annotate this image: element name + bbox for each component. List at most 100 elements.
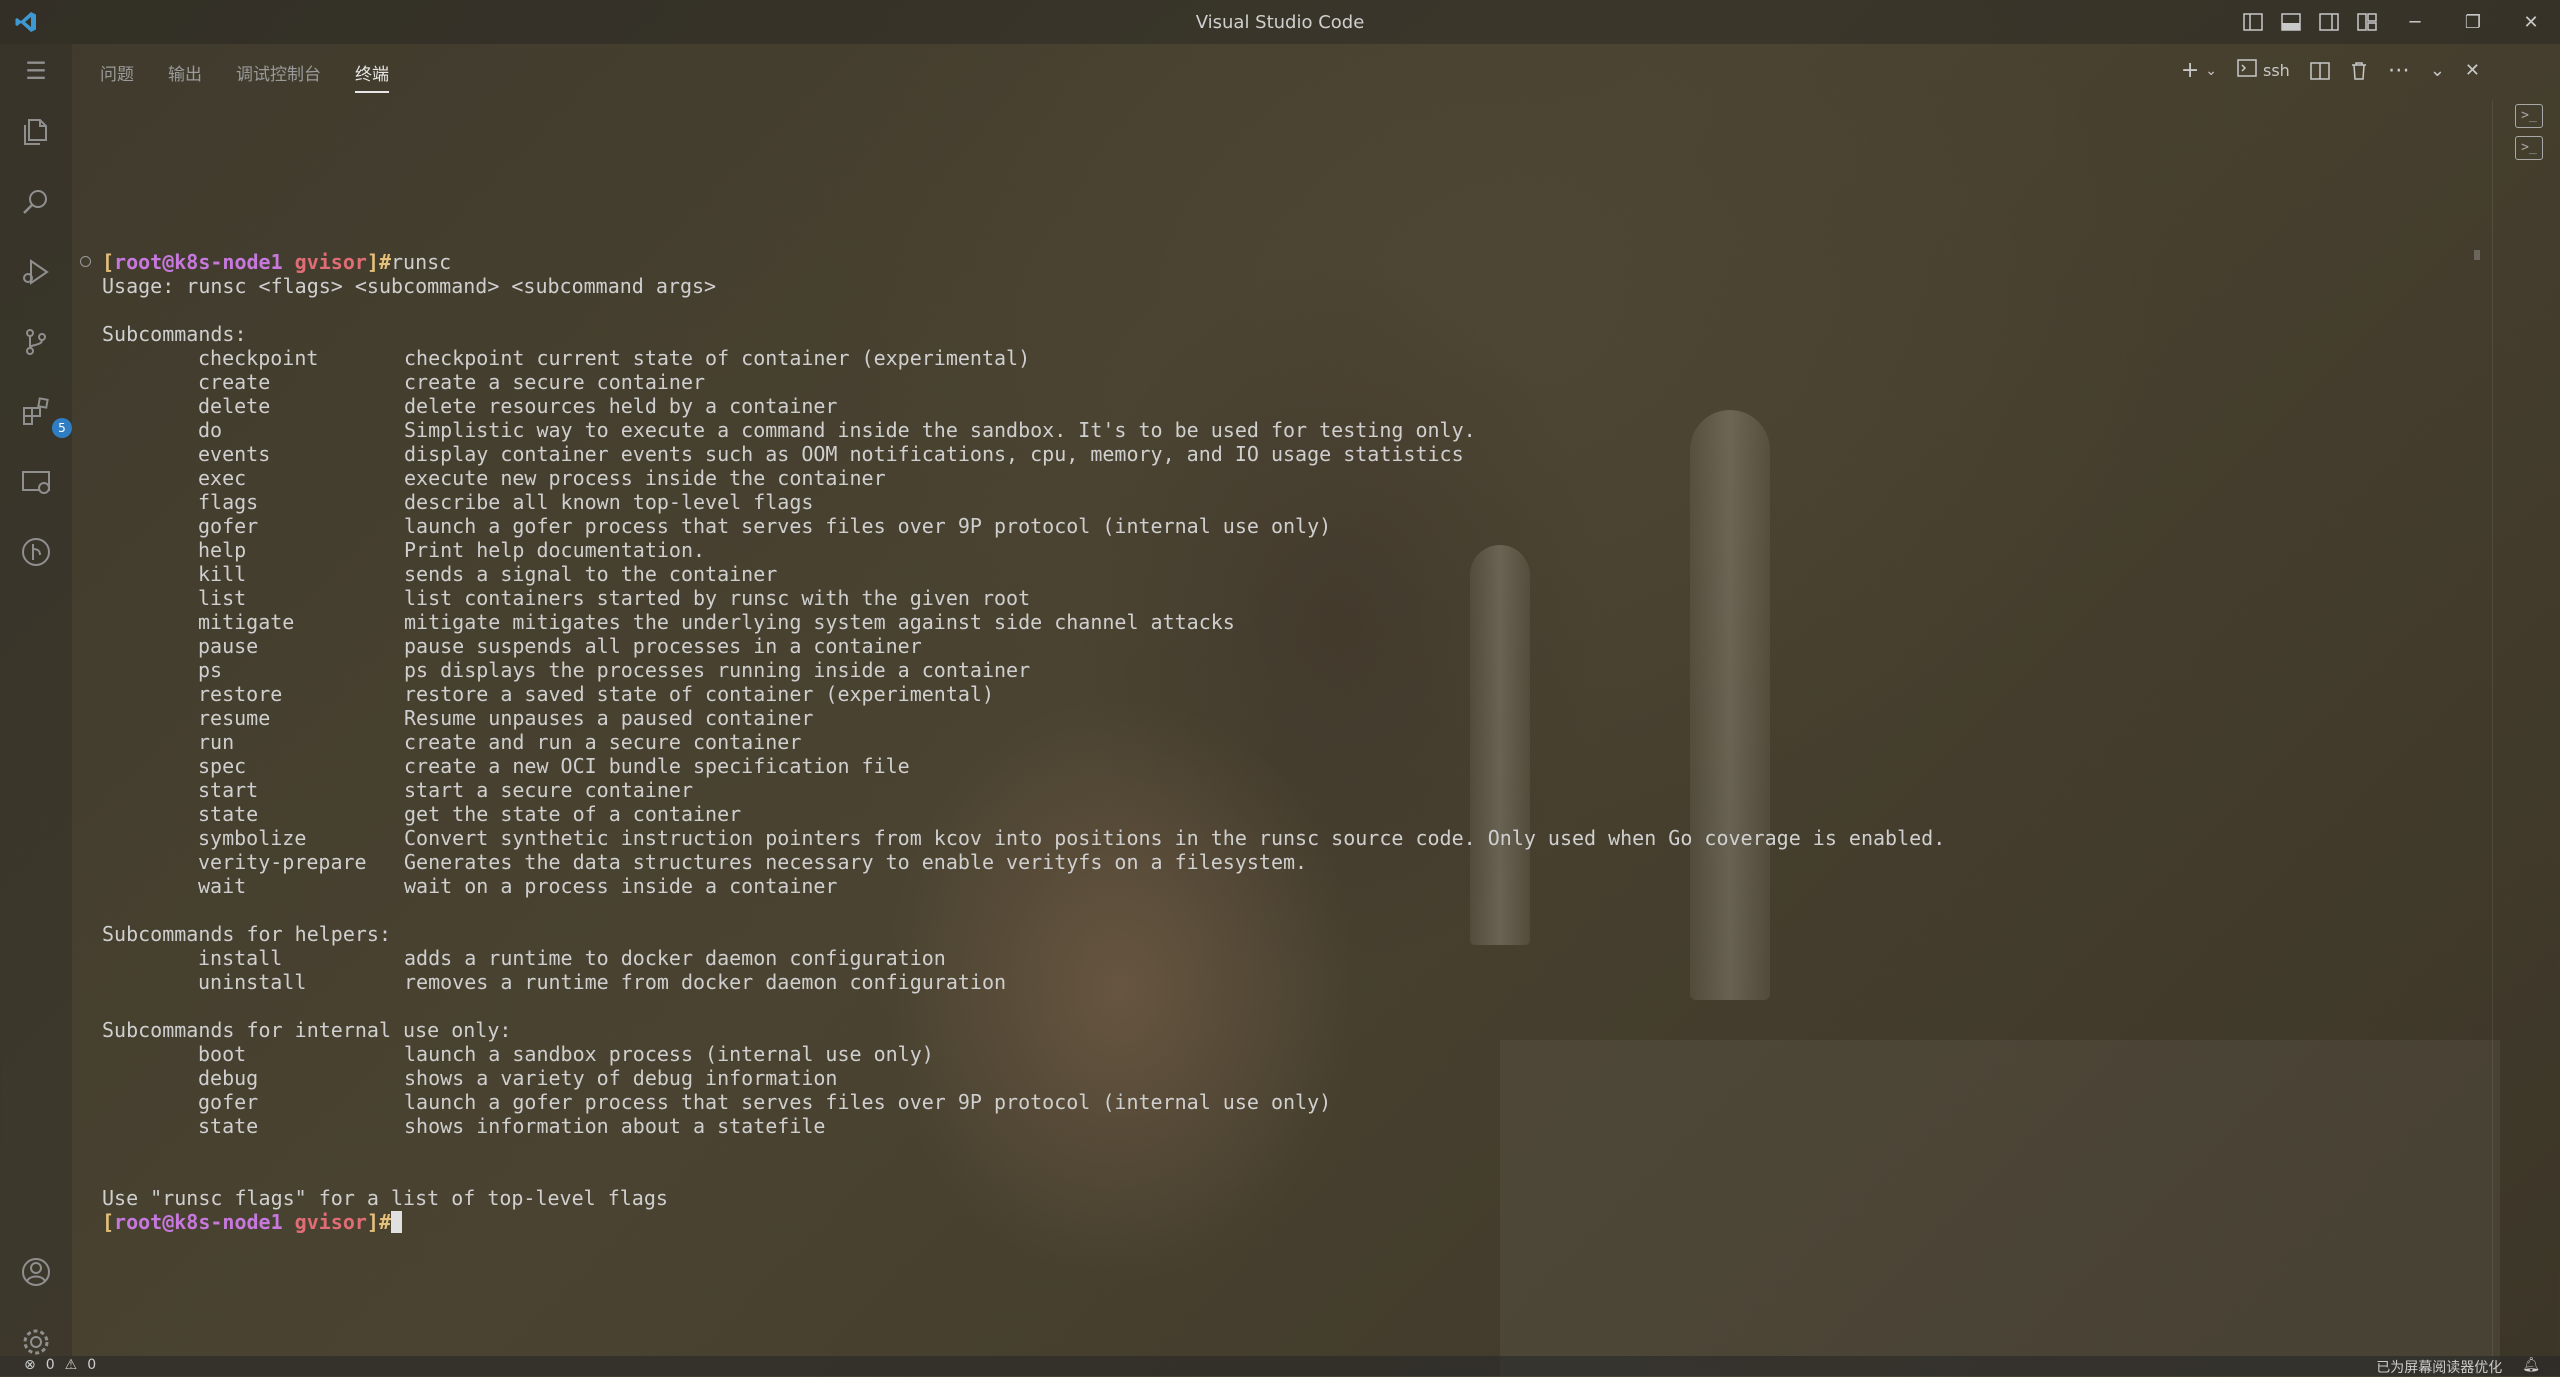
subcommand-name: mitigate <box>198 610 295 634</box>
extensions-icon[interactable]: 5 <box>14 390 72 438</box>
subcommand-group-header: Subcommands for internal use only: <box>102 1018 512 1042</box>
toggle-secondary-sidebar-icon[interactable] <box>2310 0 2348 44</box>
remote-explorer-icon[interactable] <box>14 460 58 504</box>
subcommand-name: list <box>198 586 247 610</box>
customize-layout-icon[interactable] <box>2348 0 2386 44</box>
subcommand-name: ps <box>198 658 223 682</box>
kill-terminal-trash-icon[interactable] <box>2350 56 2368 86</box>
plus-icon: + <box>2180 58 2200 83</box>
subcommand-row: kill sends a signal to the container <box>102 562 2472 586</box>
tab-output[interactable]: 输出 <box>168 60 202 93</box>
subcommand-name: help <box>198 538 247 562</box>
subcommand-description: ps displays the processes running inside… <box>404 658 1031 682</box>
subcommand-description: adds a runtime to docker daemon configur… <box>404 946 946 970</box>
more-actions-icon[interactable]: ⋯ <box>2388 56 2410 86</box>
window-title: Visual Studio Code <box>1195 12 1365 33</box>
subcommand-row: ps ps displays the processes running insi… <box>102 658 2472 682</box>
prompt-dir: gvisor <box>294 1210 367 1234</box>
tab-problems[interactable]: 问题 <box>100 60 134 93</box>
subcommand-name: debug <box>198 1066 259 1090</box>
search-icon[interactable] <box>14 180 58 224</box>
split-terminal-icon[interactable] <box>2310 56 2330 86</box>
subcommand-row: uninstall removes a runtime from docker d… <box>102 970 2472 994</box>
close-panel-icon[interactable]: ✕ <box>2465 56 2480 86</box>
subcommand-description: create a new OCI bundle specification fi… <box>404 754 910 778</box>
usage-line: Usage: runsc <flags> <subcommand> <subco… <box>102 274 717 298</box>
warning-count: 0 <box>87 1357 97 1373</box>
maximize-panel-chevron-icon[interactable]: ⌄ <box>2430 56 2445 86</box>
subcommand-description: execute new process inside the container <box>404 466 886 490</box>
minimize-window-icon[interactable]: ─ <box>2386 0 2444 44</box>
subcommand-description: launch a gofer process that serves files… <box>404 1090 1332 1114</box>
subcommand-description: pause suspends all processes in a contai… <box>404 634 922 658</box>
subcommand-row: exec execute new process inside the conta… <box>102 466 2472 490</box>
subcommand-row: symbolize Convert synthetic instruction p… <box>102 826 2472 850</box>
toggle-primary-sidebar-icon[interactable] <box>2234 0 2272 44</box>
terminal-output[interactable]: [root@k8s-node1 gvisor]#runsc Usage: runs… <box>102 250 2472 1250</box>
subcommand-description: Generates the data structures necessary … <box>404 850 1308 874</box>
terminal-instance-2-icon[interactable]: >_ <box>2515 136 2543 160</box>
subcommand-row: boot launch a sandbox process (internal u… <box>102 1042 2472 1066</box>
status-bar: ⊗ 0 ⚠ 0 已为屏幕阅读器优化 🔔︎ <box>0 1356 2560 1376</box>
subcommand-name: pause <box>198 634 259 658</box>
activity-bar: ☰ 5 <box>0 44 72 1356</box>
tab-terminal[interactable]: 终端 <box>355 60 389 93</box>
terminal-instance-1-icon[interactable]: >_ <box>2515 104 2543 128</box>
subcommand-row: install adds a runtime to docker daemon c… <box>102 946 2472 970</box>
subcommand-description: launch a gofer process that serves files… <box>404 514 1332 538</box>
subcommand-row: events display container events such as O… <box>102 442 2472 466</box>
subcommand-description: Simplistic way to execute a command insi… <box>404 418 1476 442</box>
toggle-panel-icon[interactable] <box>2272 0 2310 44</box>
subcommand-name: start <box>198 778 259 802</box>
tab-debug-console[interactable]: 调试控制台 <box>236 60 321 93</box>
subcommand-name: symbolize <box>198 826 307 850</box>
subcommand-description: sends a signal to the container <box>404 562 778 586</box>
menu-icon[interactable]: ☰ <box>14 49 58 93</box>
subcommand-name: run <box>198 730 235 754</box>
source-control-icon[interactable] <box>14 320 58 364</box>
subcommand-description: describe all known top-level flags <box>404 490 814 514</box>
terminal-icon <box>2237 56 2257 86</box>
subcommand-name: uninstall <box>198 970 307 994</box>
subcommand-description: delete resources held by a container <box>404 394 838 418</box>
subcommand-name: boot <box>198 1042 247 1066</box>
subcommand-row: flags describe all known top-level flags <box>102 490 2472 514</box>
subcommand-description: list containers started by runsc with th… <box>404 586 1031 610</box>
subcommand-name: kill <box>198 562 247 586</box>
close-window-icon[interactable]: ✕ <box>2502 0 2560 44</box>
error-count: 0 <box>45 1357 55 1373</box>
subcommand-row: debug shows a variety of debug informatio… <box>102 1066 2472 1090</box>
panel-header: 问题 输出 调试控制台 终端 + ⌄ ssh ⋯ ⌄ ✕ <box>72 44 2492 100</box>
subcommand-description: get the state of a container <box>404 802 742 826</box>
subcommand-description: display container events such as OOM not… <box>404 442 1464 466</box>
subcommand-description: shows a variety of debug information <box>404 1066 838 1090</box>
new-terminal-button[interactable]: + ⌄ <box>2181 56 2217 86</box>
subcommand-name: restore <box>198 682 283 706</box>
subcommand-row: checkpoint checkpoint current state of co… <box>102 346 2472 370</box>
run-debug-icon[interactable] <box>14 250 58 294</box>
terminal-scrollbar[interactable] <box>2474 250 2480 260</box>
subcommand-description: create and run a secure container <box>404 730 802 754</box>
screen-reader-status[interactable]: 已为屏幕阅读器优化 <box>2376 1357 2502 1377</box>
explorer-icon[interactable] <box>14 110 58 154</box>
notifications-bell-icon[interactable]: 🔔︎ <box>2522 1357 2540 1377</box>
subcommand-name: wait <box>198 874 247 898</box>
command-decoration-icon[interactable] <box>80 256 91 267</box>
terminal-shell-selector[interactable]: ssh <box>2237 56 2290 86</box>
subcommand-row: create create a secure container <box>102 370 2472 394</box>
subcommand-row: mitigate mitigate mitigates the underlyin… <box>102 610 2472 634</box>
subcommand-description: checkpoint current state of container (e… <box>404 346 1031 370</box>
restore-window-icon[interactable]: ❐ <box>2444 0 2502 44</box>
subcommand-description: removes a runtime from docker daemon con… <box>404 970 1007 994</box>
problems-status[interactable]: ⊗ 0 ⚠ 0 <box>24 1357 96 1373</box>
accounts-icon[interactable] <box>14 1250 58 1294</box>
subcommand-description: Print help documentation. <box>404 538 706 562</box>
subcommand-name: flags <box>198 490 259 514</box>
subcommand-row: restore restore a saved state of containe… <box>102 682 2472 706</box>
subcommand-description: shows information about a statefile <box>404 1114 826 1138</box>
git-graph-icon[interactable] <box>14 530 58 574</box>
